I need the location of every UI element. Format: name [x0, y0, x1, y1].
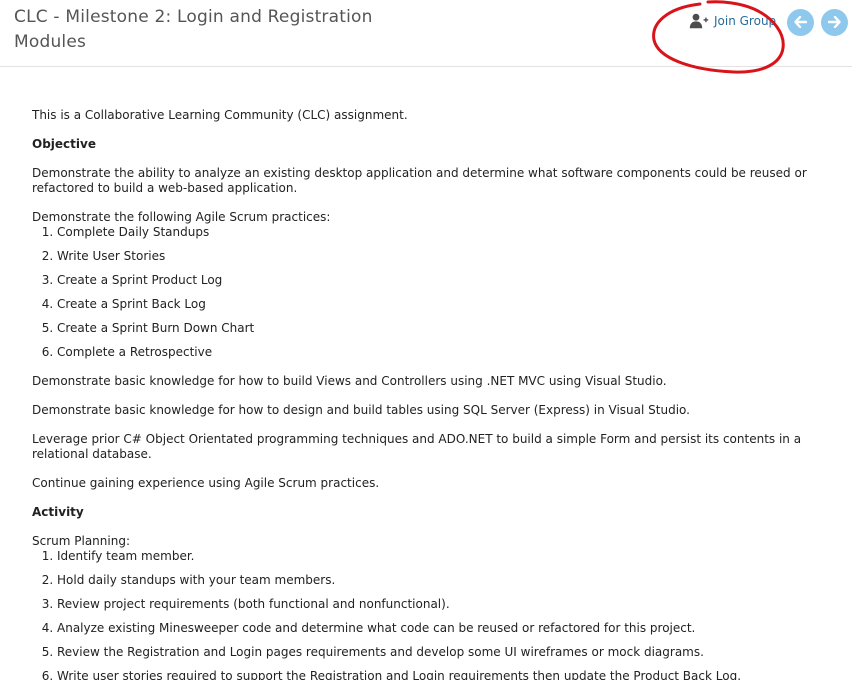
- join-group-label: Join Group: [714, 14, 777, 28]
- intro-text: This is a Collaborative Learning Communi…: [32, 108, 408, 122]
- list-item: Identify team member.: [57, 549, 847, 564]
- list-item: Write user stories required to support t…: [57, 669, 847, 680]
- list-item: Analyze existing Minesweeper code and de…: [57, 621, 847, 636]
- add-user-icon: [689, 13, 709, 29]
- list-item: Create a Sprint Product Log: [57, 273, 847, 288]
- objective-heading: Objective: [32, 137, 96, 151]
- objective-paragraph: Demonstrate the ability to analyze an ex…: [32, 166, 807, 195]
- agile-paragraph: Continue gaining experience using Agile …: [32, 476, 380, 490]
- page-header: CLC - Milestone 2: Login and Registratio…: [0, 0, 852, 67]
- list-item: Complete a Retrospective: [57, 345, 847, 360]
- list-item: Review project requirements (both functi…: [57, 597, 847, 612]
- activity-heading: Activity: [32, 505, 84, 519]
- assignment-page: CLC - Milestone 2: Login and Registratio…: [0, 0, 852, 680]
- sql-paragraph: Demonstrate basic knowledge for how to d…: [32, 403, 690, 417]
- scrum-practices-list: Complete Daily Standups Write User Stori…: [32, 225, 847, 360]
- list-item: Create a Sprint Burn Down Chart: [57, 321, 847, 336]
- list-item: Hold daily standups with your team membe…: [57, 573, 847, 588]
- join-group-button[interactable]: Join Group: [689, 10, 776, 32]
- page-title: CLC - Milestone 2: Login and Registratio…: [14, 7, 373, 52]
- list-item: Review the Registration and Login pages …: [57, 645, 847, 660]
- list-item: Create a Sprint Back Log: [57, 297, 847, 312]
- scrum-planning-lead: Scrum Planning:: [32, 534, 130, 548]
- previous-button[interactable]: [787, 9, 814, 36]
- assignment-content: This is a Collaborative Learning Communi…: [32, 108, 847, 680]
- next-button[interactable]: [821, 9, 848, 36]
- mvc-paragraph: Demonstrate basic knowledge for how to b…: [32, 374, 667, 388]
- list-item: Write User Stories: [57, 249, 847, 264]
- list-item: Complete Daily Standups: [57, 225, 847, 240]
- arrow-right-icon: [827, 13, 841, 32]
- scrum-planning-list: Identify team member. Hold daily standup…: [32, 549, 847, 680]
- scrum-practices-lead: Demonstrate the following Agile Scrum pr…: [32, 210, 331, 224]
- ado-paragraph: Leverage prior C# Object Orientated prog…: [32, 432, 802, 461]
- arrow-left-icon: [794, 13, 808, 32]
